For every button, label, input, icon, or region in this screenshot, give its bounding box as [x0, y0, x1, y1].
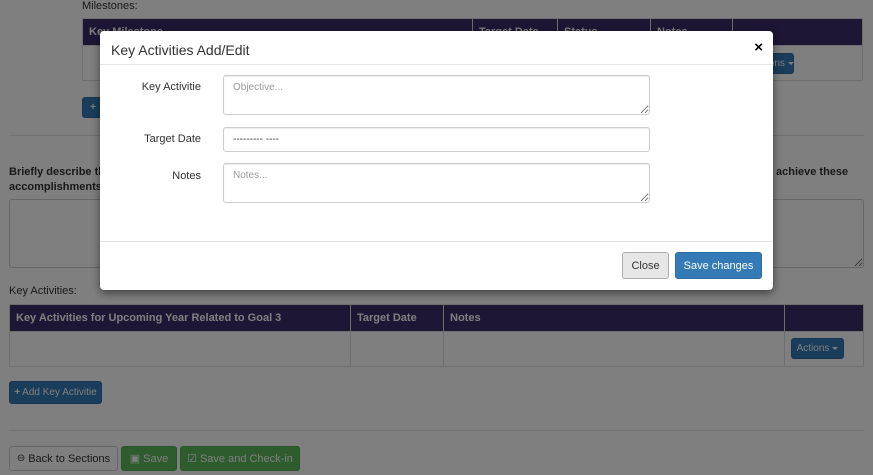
key-activity-textarea[interactable] — [223, 75, 650, 115]
save-changes-button[interactable]: Save changes — [675, 252, 762, 279]
notes-textarea[interactable] — [223, 163, 650, 203]
target-date-label: Target Date — [144, 133, 201, 145]
modal-footer-divider — [100, 241, 773, 242]
modal-title: Key Activities Add/Edit — [111, 42, 250, 58]
close-button[interactable]: Close — [622, 252, 669, 279]
target-date-input[interactable] — [223, 127, 650, 152]
close-icon[interactable]: × — [754, 40, 763, 55]
notes-label: Notes — [172, 170, 201, 182]
key-activity-label: Key Activitie — [141, 81, 201, 93]
modal-header-divider — [100, 64, 773, 65]
key-activities-modal: Key Activities Add/Edit × Key Activitie … — [100, 31, 773, 290]
